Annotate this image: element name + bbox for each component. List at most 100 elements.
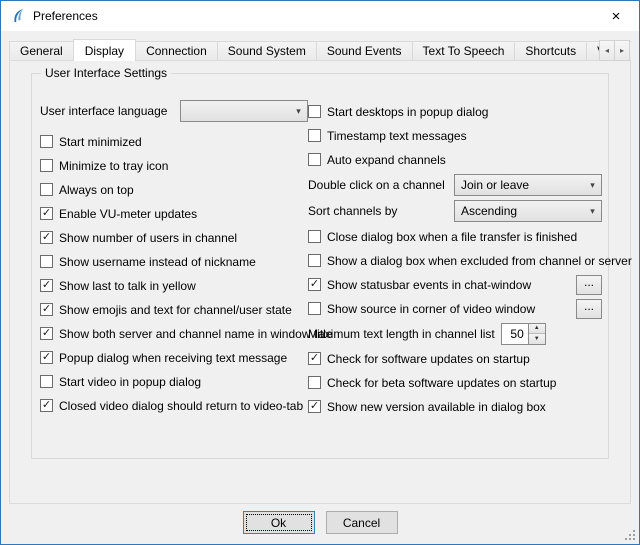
spin-down-button[interactable]: ▼	[529, 334, 545, 344]
tab-display[interactable]: Display	[73, 39, 136, 61]
tab-general[interactable]: General	[9, 41, 74, 61]
statusbar-events-more-button[interactable]: ...	[576, 275, 602, 295]
checkbox-show-user-count[interactable]: ✓ Show number of users in channel	[40, 226, 308, 249]
tab-scroll-right-button[interactable]: ▸	[614, 40, 630, 61]
checkbox-label: Show source in corner of video window	[327, 302, 535, 316]
checkbox-box[interactable]: ✓	[40, 231, 53, 244]
checkbox-label: Minimize to tray icon	[59, 159, 168, 173]
checkbox-desktops-popup[interactable]: Start desktops in popup dialog	[308, 100, 602, 123]
max-text-length-spinner[interactable]: 50 ▲ ▼	[501, 323, 546, 345]
checkbox-minimize-to-tray[interactable]: Minimize to tray icon	[40, 154, 308, 177]
checkbox-box[interactable]: ✓	[40, 303, 53, 316]
display-tab-page: User Interface Settings User interface l…	[9, 60, 631, 504]
sort-channels-combobox[interactable]: Ascending ▾	[454, 200, 602, 222]
video-source-more-button[interactable]: ...	[576, 299, 602, 319]
max-text-length-label: Maximum text length in channel list	[308, 327, 495, 341]
checkbox-box[interactable]: ✓	[308, 352, 321, 365]
checkbox-label: Show both server and channel name in win…	[59, 327, 333, 341]
language-row: User interface language ▾	[40, 100, 308, 122]
checkbox-emojis-text-state[interactable]: ✓ Show emojis and text for channel/user …	[40, 298, 308, 321]
checkbox-timestamp-messages[interactable]: Timestamp text messages	[308, 124, 602, 147]
checkbox-username-instead-nickname[interactable]: Show username instead of nickname	[40, 250, 308, 273]
checkbox-statusbar-events[interactable]: ✓ Show statusbar events in chat-window .…	[308, 273, 602, 296]
tab-text-to-speech[interactable]: Text To Speech	[412, 41, 516, 61]
checkbox-server-channel-title[interactable]: ✓ Show both server and channel name in w…	[40, 322, 308, 345]
spinner-buttons: ▲ ▼	[529, 323, 546, 345]
checkbox-label: Show a dialog box when excluded from cha…	[327, 254, 632, 268]
checkbox-video-return-tab[interactable]: ✓ Closed video dialog should return to v…	[40, 394, 308, 417]
checkbox-video-source-corner[interactable]: Show source in corner of video window ..…	[308, 297, 602, 320]
checkbox-close-on-transfer[interactable]: Close dialog box when a file transfer is…	[308, 225, 602, 248]
checkbox-start-minimized[interactable]: Start minimized	[40, 130, 308, 153]
checkbox-box[interactable]	[40, 183, 53, 196]
checkbox-check-beta-updates[interactable]: Check for beta software updates on start…	[308, 371, 602, 394]
checkbox-auto-expand-channels[interactable]: Auto expand channels	[308, 148, 602, 171]
cancel-button[interactable]: Cancel	[326, 511, 398, 534]
tab-connection[interactable]: Connection	[135, 41, 218, 61]
checkbox-box[interactable]: ✓	[308, 400, 321, 413]
checkbox-box[interactable]: ✓	[40, 279, 53, 292]
double-click-combobox[interactable]: Join or leave ▾	[454, 174, 602, 196]
chevron-down-icon: ▾	[584, 206, 601, 217]
language-combobox[interactable]: ▾	[180, 100, 308, 122]
language-label: User interface language	[40, 104, 167, 118]
group-title: User Interface Settings	[41, 66, 171, 80]
spinner-value[interactable]: 50	[501, 323, 529, 345]
checkbox-label: Start video in popup dialog	[59, 375, 201, 389]
checkbox-box[interactable]	[40, 255, 53, 268]
dialog-buttons: Ok Cancel	[1, 511, 639, 534]
checkbox-box[interactable]: ✓	[308, 278, 321, 291]
close-button[interactable]: ×	[593, 1, 639, 31]
spin-up-button[interactable]: ▲	[529, 324, 545, 335]
checkbox-vu-meter-updates[interactable]: ✓ Enable VU-meter updates	[40, 202, 308, 225]
checkbox-box[interactable]	[308, 230, 321, 243]
title-bar[interactable]: Preferences ×	[1, 1, 639, 31]
checkbox-label: Closed video dialog should return to vid…	[59, 399, 303, 413]
checkbox-box[interactable]	[308, 254, 321, 267]
checkbox-box[interactable]: ✓	[40, 351, 53, 364]
checkbox-always-on-top[interactable]: Always on top	[40, 178, 308, 201]
checkbox-box[interactable]	[40, 375, 53, 388]
window-title: Preferences	[33, 9, 98, 23]
combobox-value: Join or leave	[461, 178, 529, 192]
checkbox-new-version-dialog[interactable]: ✓ Show new version available in dialog b…	[308, 395, 602, 418]
checkbox-box[interactable]	[308, 302, 321, 315]
sort-channels-row: Sort channels by Ascending ▾	[308, 199, 602, 223]
checkbox-label: Show last to talk in yellow	[59, 279, 196, 293]
tab-sound-events[interactable]: Sound Events	[316, 41, 413, 61]
checkbox-video-popup[interactable]: Start video in popup dialog	[40, 370, 308, 393]
checkbox-box[interactable]	[40, 135, 53, 148]
chevron-down-icon: ▾	[584, 180, 601, 191]
tab-scroll-left-button[interactable]: ◂	[599, 40, 615, 61]
checkbox-label: Start minimized	[59, 135, 142, 149]
checkbox-label: Show statusbar events in chat-window	[327, 278, 531, 292]
tab-sound-system[interactable]: Sound System	[217, 41, 317, 61]
checkbox-box[interactable]	[308, 105, 321, 118]
checkbox-box[interactable]: ✓	[40, 207, 53, 220]
checkbox-box[interactable]	[308, 153, 321, 166]
chevron-down-icon: ▾	[290, 106, 307, 117]
checkbox-box[interactable]	[308, 129, 321, 142]
double-click-row: Double click on a channel Join or leave …	[308, 173, 602, 197]
tab-shortcuts[interactable]: Shortcuts	[514, 41, 587, 61]
user-interface-settings-group: User Interface Settings User interface l…	[31, 73, 609, 459]
checkbox-box[interactable]: ✓	[40, 327, 53, 340]
checkbox-label: Check for software updates on startup	[327, 352, 530, 366]
checkbox-label: Timestamp text messages	[327, 129, 467, 143]
checkbox-check-updates[interactable]: ✓ Check for software updates on startup	[308, 347, 602, 370]
tab-scroll-buttons: ◂ ▸	[599, 40, 630, 61]
checkbox-last-talk-yellow[interactable]: ✓ Show last to talk in yellow	[40, 274, 308, 297]
checkbox-label: Start desktops in popup dialog	[327, 105, 488, 119]
settings-columns: User interface language ▾ Start minimize…	[32, 74, 608, 419]
ok-button[interactable]: Ok	[243, 511, 315, 534]
checkbox-box[interactable]: ✓	[40, 399, 53, 412]
checkbox-box[interactable]	[308, 376, 321, 389]
max-text-length-row: Maximum text length in channel list 50 ▲…	[308, 322, 602, 345]
checkbox-label: Close dialog box when a file transfer is…	[327, 230, 577, 244]
left-column: User interface language ▾ Start minimize…	[40, 100, 308, 419]
checkbox-popup-text-message[interactable]: ✓ Popup dialog when receiving text messa…	[40, 346, 308, 369]
checkbox-box[interactable]	[40, 159, 53, 172]
preferences-dialog: Preferences × General Display Connection…	[0, 0, 640, 545]
double-click-label: Double click on a channel	[308, 178, 445, 192]
checkbox-excluded-dialog[interactable]: Show a dialog box when excluded from cha…	[308, 249, 602, 272]
